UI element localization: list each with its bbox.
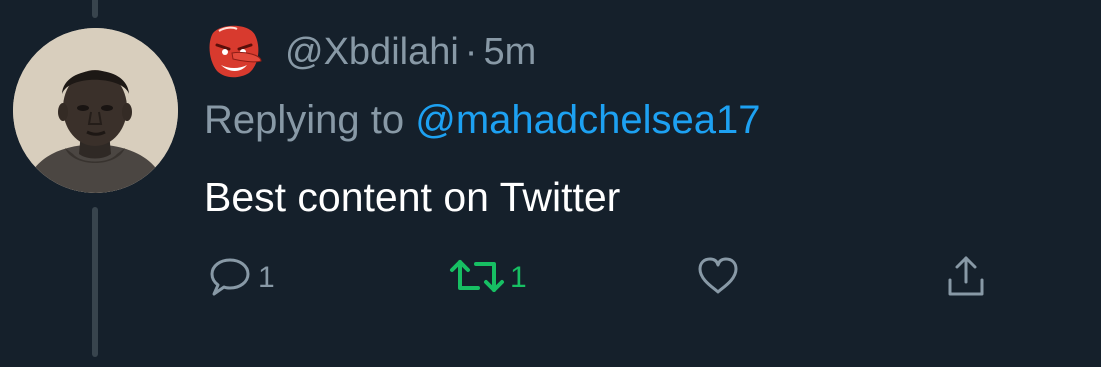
tengu-mask-emoji-icon <box>205 25 263 79</box>
like-button[interactable] <box>694 253 746 303</box>
reply-icon <box>206 252 254 305</box>
retweet-icon <box>448 252 506 305</box>
retweet-count: 1 <box>510 261 527 294</box>
tweet-text: Best content on Twitter <box>204 174 621 220</box>
reply-button[interactable]: 1 <box>206 253 275 303</box>
timestamp[interactable]: 5m <box>483 31 536 74</box>
user-handle[interactable]: @Xbdilahi <box>285 31 459 74</box>
replying-to-line: Replying to @mahadchelsea17 <box>204 98 761 143</box>
tweet[interactable]: @Xbdilahi · 5m Replying to @mahadchelsea… <box>0 0 1101 367</box>
thread-line-top <box>92 0 98 18</box>
replying-prefix: Replying to <box>204 98 416 142</box>
heart-icon <box>694 252 742 305</box>
share-button[interactable] <box>942 253 990 303</box>
avatar[interactable] <box>13 28 178 193</box>
retweet-button[interactable]: 1 <box>448 253 527 303</box>
thread-line-bottom <box>92 207 98 357</box>
replying-to-mention[interactable]: @mahadchelsea17 <box>415 98 760 142</box>
reply-count: 1 <box>258 261 275 294</box>
tweet-header: @Xbdilahi · 5m <box>205 24 536 80</box>
separator-dot: · <box>464 30 478 73</box>
share-icon <box>942 252 990 305</box>
